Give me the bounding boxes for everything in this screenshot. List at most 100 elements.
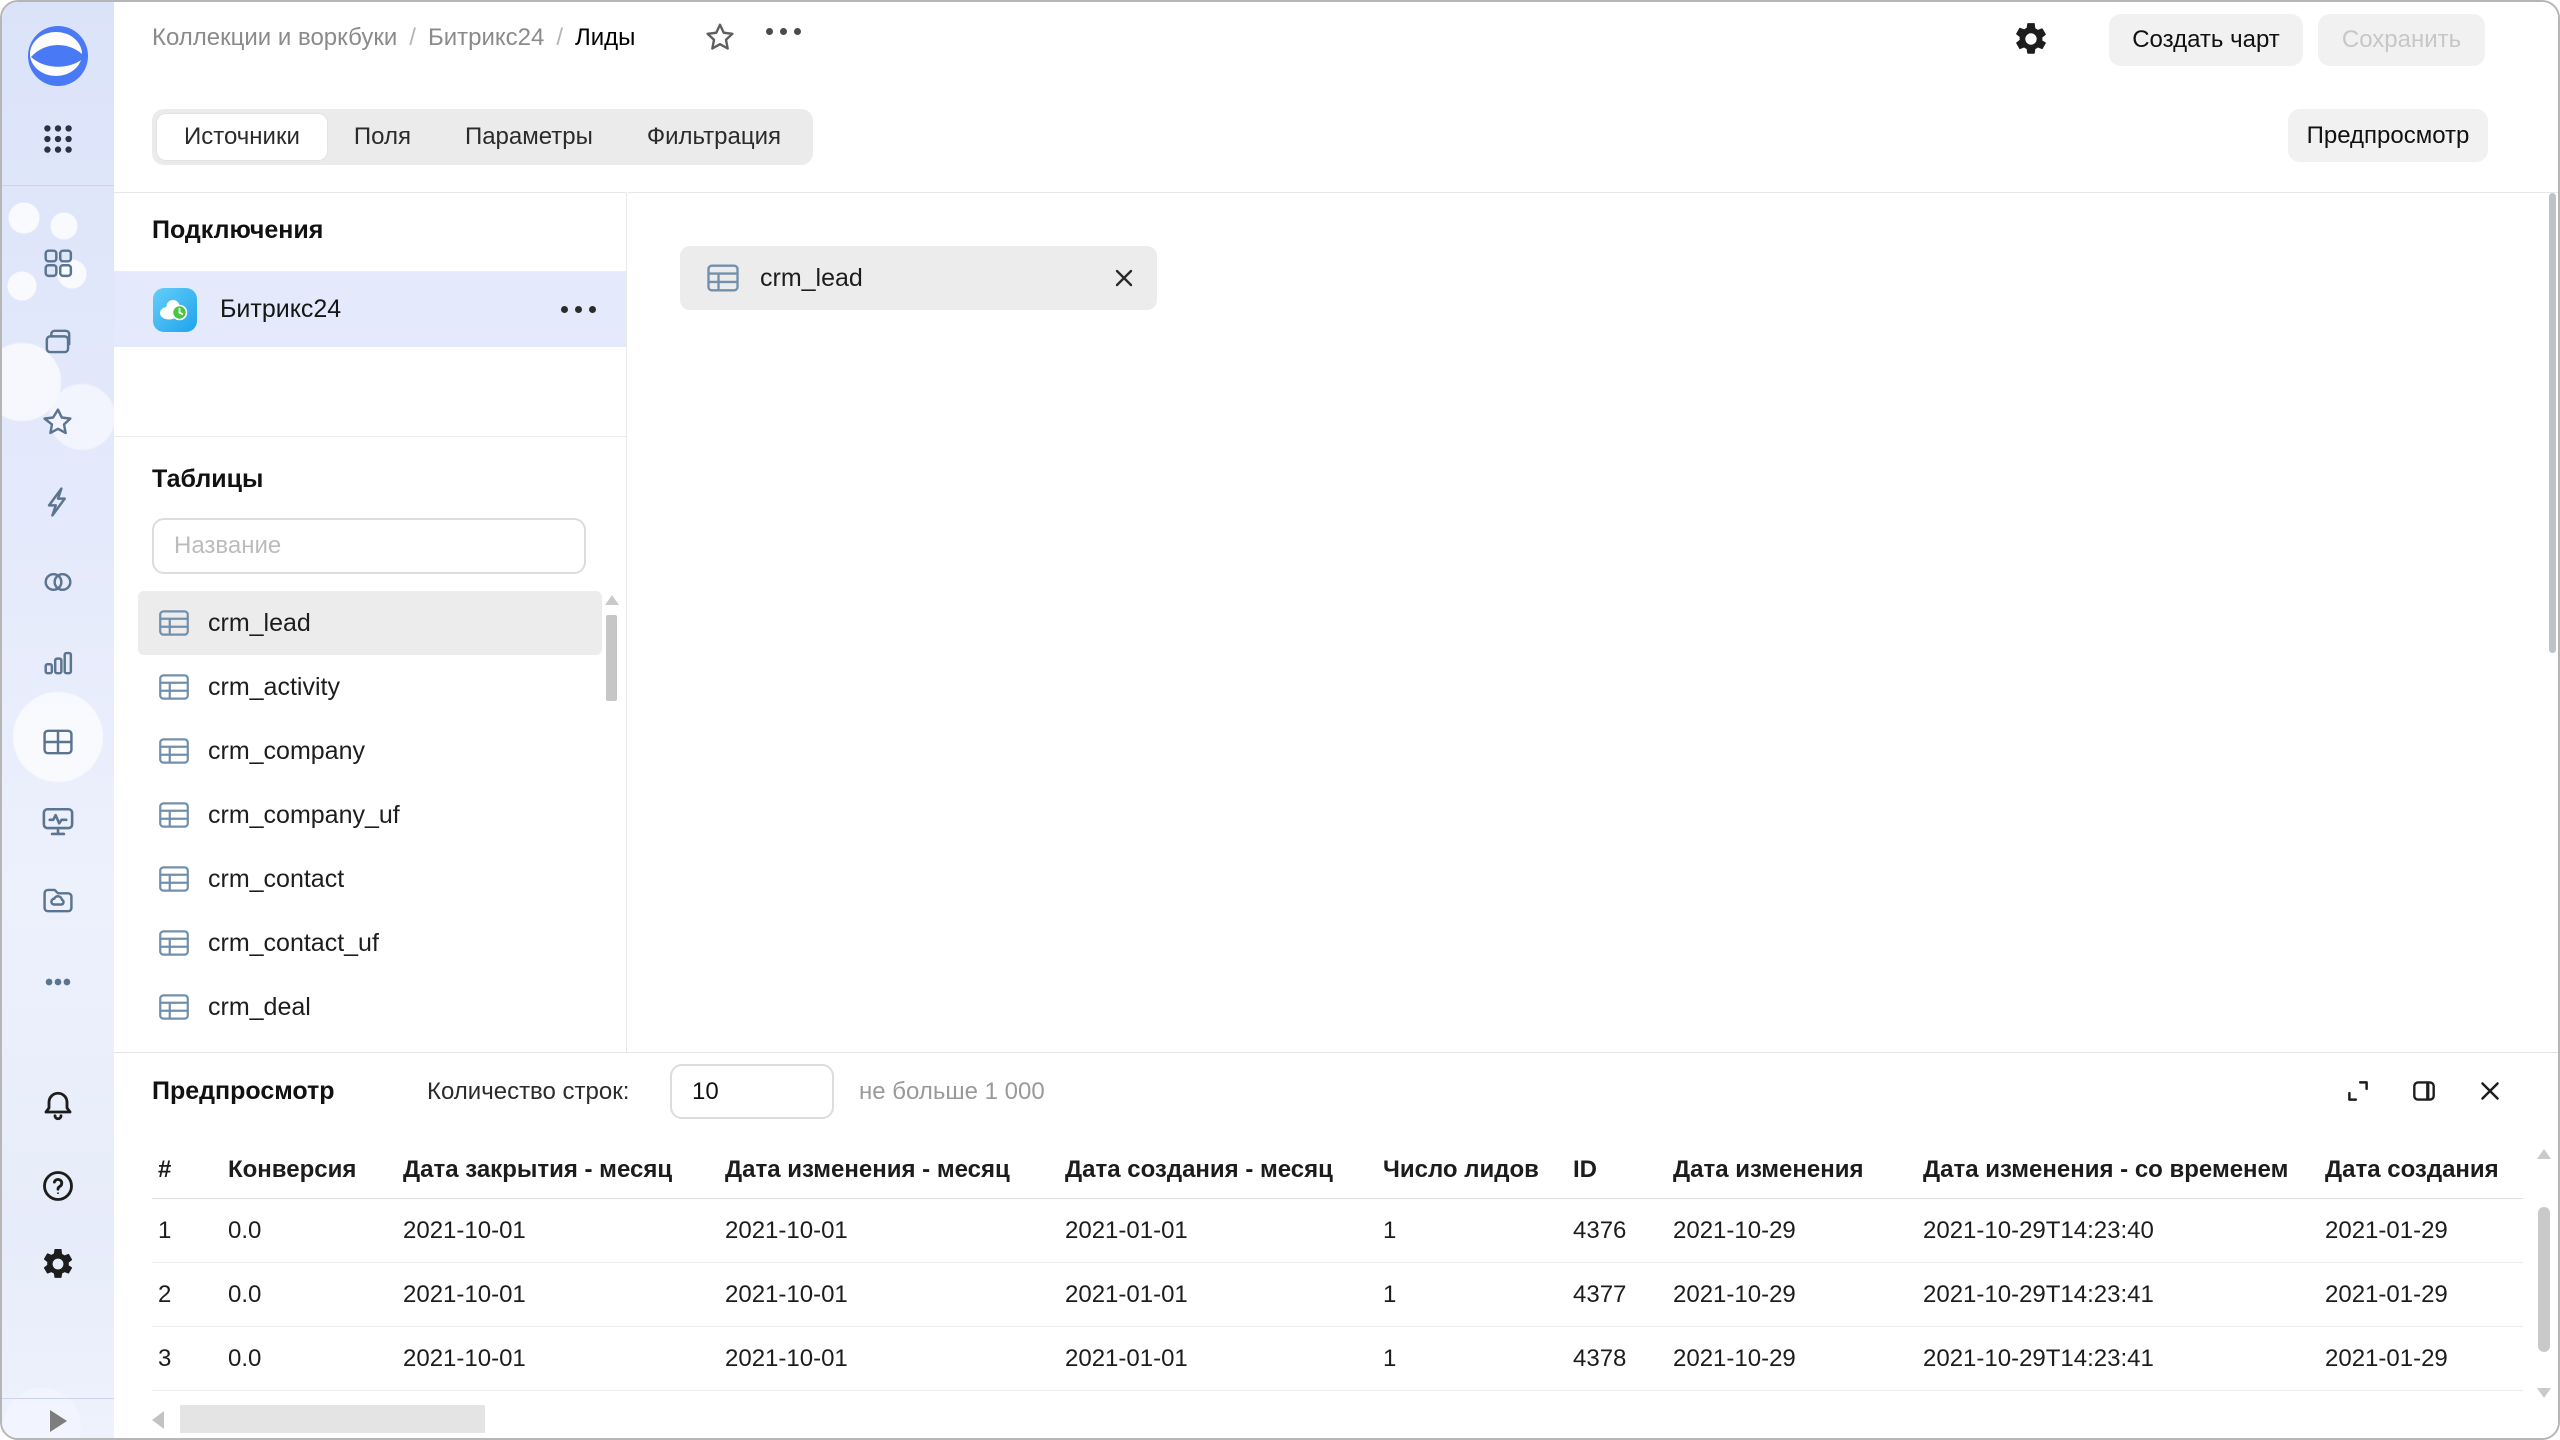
table-cell: 1 xyxy=(152,1217,222,1245)
table-name: crm_company_uf xyxy=(208,801,400,830)
table-name: crm_contact_uf xyxy=(208,929,379,958)
scrollbar-thumb[interactable] xyxy=(606,615,617,701)
table-name: crm_activity xyxy=(208,673,340,702)
close-preview-icon[interactable] xyxy=(2476,1077,2504,1105)
table-cell: 2021-01-29 xyxy=(2319,1281,2523,1309)
table-cell: 0.0 xyxy=(222,1281,397,1309)
table-list-item[interactable]: crm_contact_uf xyxy=(138,911,602,975)
table-list-item[interactable]: crm_contact xyxy=(138,847,602,911)
connection-name: Битрикс24 xyxy=(220,295,341,324)
more-actions-icon[interactable] xyxy=(766,28,801,35)
column-header[interactable]: Дата создания xyxy=(2319,1156,2523,1184)
table-cell: 2021-10-01 xyxy=(397,1281,719,1309)
table-list-item[interactable]: crm_lead xyxy=(138,591,602,655)
table-cell: 0.0 xyxy=(222,1345,397,1373)
table-cell: 2021-10-29T14:23:40 xyxy=(1917,1217,2319,1245)
column-header[interactable]: Конверсия xyxy=(222,1156,397,1184)
datalens-logo-icon[interactable] xyxy=(2,22,114,90)
favorite-star-icon[interactable] xyxy=(702,20,738,61)
apps-grid-icon[interactable] xyxy=(2,119,114,159)
scroll-up-icon[interactable] xyxy=(605,595,619,605)
table-cell: 2021-10-01 xyxy=(719,1345,1059,1373)
sidebar xyxy=(2,2,114,1438)
table-cell: 2021-10-01 xyxy=(397,1345,719,1373)
expand-icon[interactable] xyxy=(2344,1077,2372,1105)
tab[interactable]: Параметры xyxy=(438,114,620,160)
column-header[interactable]: Дата изменения - месяц xyxy=(719,1156,1059,1184)
tab[interactable]: Поля xyxy=(327,114,438,160)
table-cell: 2021-10-01 xyxy=(719,1281,1059,1309)
tab[interactable]: Фильтрация xyxy=(620,114,808,160)
help-question-icon[interactable] xyxy=(2,1167,114,1205)
table-cell: 2021-10-29T14:23:41 xyxy=(1917,1345,2319,1373)
dataset-settings-gear-icon[interactable] xyxy=(2012,20,2050,63)
preview-toggle-button[interactable]: Предпросмотр xyxy=(2288,109,2488,162)
breadcrumb-workbook[interactable]: Битрикс24 xyxy=(428,24,544,52)
table-list-item[interactable]: crm_company_uf xyxy=(138,783,602,847)
connection-more-icon[interactable] xyxy=(561,306,596,313)
app-window: Коллекции и воркбуки / Битрикс24 / Лиды … xyxy=(0,0,2560,1440)
column-header[interactable]: ID xyxy=(1567,1156,1667,1184)
scroll-left-icon[interactable] xyxy=(152,1411,164,1429)
preview-title: Предпросмотр xyxy=(152,1077,335,1106)
charts-bars-icon[interactable] xyxy=(2,643,114,681)
dashboard-squares-icon[interactable] xyxy=(2,244,114,282)
storage-folder-cloud-icon[interactable] xyxy=(2,881,114,919)
tables-list: crm_lead crm_activity crm_company xyxy=(138,591,602,1039)
table-cell: 4378 xyxy=(1567,1345,1667,1373)
monitoring-screen-icon[interactable] xyxy=(2,801,114,841)
table-row: 20.02021-10-012021-10-012021-01-01143772… xyxy=(152,1263,2523,1327)
table-name: crm_contact xyxy=(208,865,344,894)
scroll-up-icon[interactable] xyxy=(2537,1149,2551,1159)
more-ellipsis-icon[interactable] xyxy=(2,964,114,1000)
tabs-segmented-control: Источники Поля Параметры Фильтрация xyxy=(152,109,813,165)
table-name: crm_company xyxy=(208,737,365,766)
collapse-play-icon[interactable] xyxy=(2,1408,114,1434)
column-header[interactable]: Дата изменения - со временем xyxy=(1917,1156,2319,1184)
table-list-item[interactable]: crm_company xyxy=(138,719,602,783)
sources-left-panel: Подключения xyxy=(114,192,627,1052)
column-header[interactable]: Дата изменения xyxy=(1667,1156,1917,1184)
notifications-bell-icon[interactable] xyxy=(2,1087,114,1125)
selected-table-chip[interactable]: crm_lead xyxy=(680,246,1157,310)
table-list-item[interactable]: crm_deal xyxy=(138,975,602,1039)
preview-hscrollbar[interactable] xyxy=(152,1405,2523,1435)
row-count-input[interactable] xyxy=(670,1064,834,1119)
column-header[interactable]: Число лидов xyxy=(1377,1156,1567,1184)
save-button[interactable]: Сохранить xyxy=(2318,14,2485,66)
favorites-star-icon[interactable] xyxy=(2,403,114,441)
breadcrumb-collections[interactable]: Коллекции и воркбуки xyxy=(152,24,397,52)
column-header[interactable]: Дата создания - месяц xyxy=(1059,1156,1377,1184)
connections-lightning-icon[interactable] xyxy=(2,483,114,521)
scroll-down-icon[interactable] xyxy=(2537,1388,2551,1398)
hscrollbar-thumb[interactable] xyxy=(180,1405,485,1433)
table-cell: 4376 xyxy=(1567,1217,1667,1245)
table-search-input[interactable] xyxy=(152,518,586,574)
tab[interactable]: Источники xyxy=(157,114,327,160)
table-cell: 2021-10-29 xyxy=(1667,1281,1917,1309)
connection-item-bitrix24[interactable]: Битрикс24 xyxy=(114,272,626,347)
table-cell: 2021-01-01 xyxy=(1059,1217,1377,1245)
row-count-hint: не больше 1 000 xyxy=(859,1078,1045,1106)
vscrollbar-thumb[interactable] xyxy=(2538,1207,2550,1352)
tables-grid-icon[interactable] xyxy=(2,723,114,761)
chip-table-name: crm_lead xyxy=(760,264,863,293)
chip-close-icon[interactable] xyxy=(1087,265,1137,291)
table-cell: 2021-01-29 xyxy=(2319,1217,2523,1245)
settings-gear-icon[interactable] xyxy=(2,1245,114,1283)
dock-right-icon[interactable] xyxy=(2410,1077,2438,1105)
tables-title: Таблицы xyxy=(152,465,263,494)
table-list-item[interactable]: crm_activity xyxy=(138,655,602,719)
table-cell: 1 xyxy=(1377,1345,1567,1373)
page-scrollbar-thumb[interactable] xyxy=(2549,193,2556,653)
collections-folders-icon[interactable] xyxy=(2,323,114,361)
breadcrumb-separator: / xyxy=(409,24,416,52)
table-cell: 2 xyxy=(152,1281,222,1309)
datasets-circles-icon[interactable] xyxy=(2,563,114,601)
column-header[interactable]: # xyxy=(152,1156,222,1184)
column-header[interactable]: Дата закрытия - месяц xyxy=(397,1156,719,1184)
table-cell: 0.0 xyxy=(222,1217,397,1245)
table-cell: 2021-01-01 xyxy=(1059,1345,1377,1373)
create-chart-button[interactable]: Создать чарт xyxy=(2109,14,2303,66)
preview-vscrollbar[interactable] xyxy=(2536,1149,2552,1398)
